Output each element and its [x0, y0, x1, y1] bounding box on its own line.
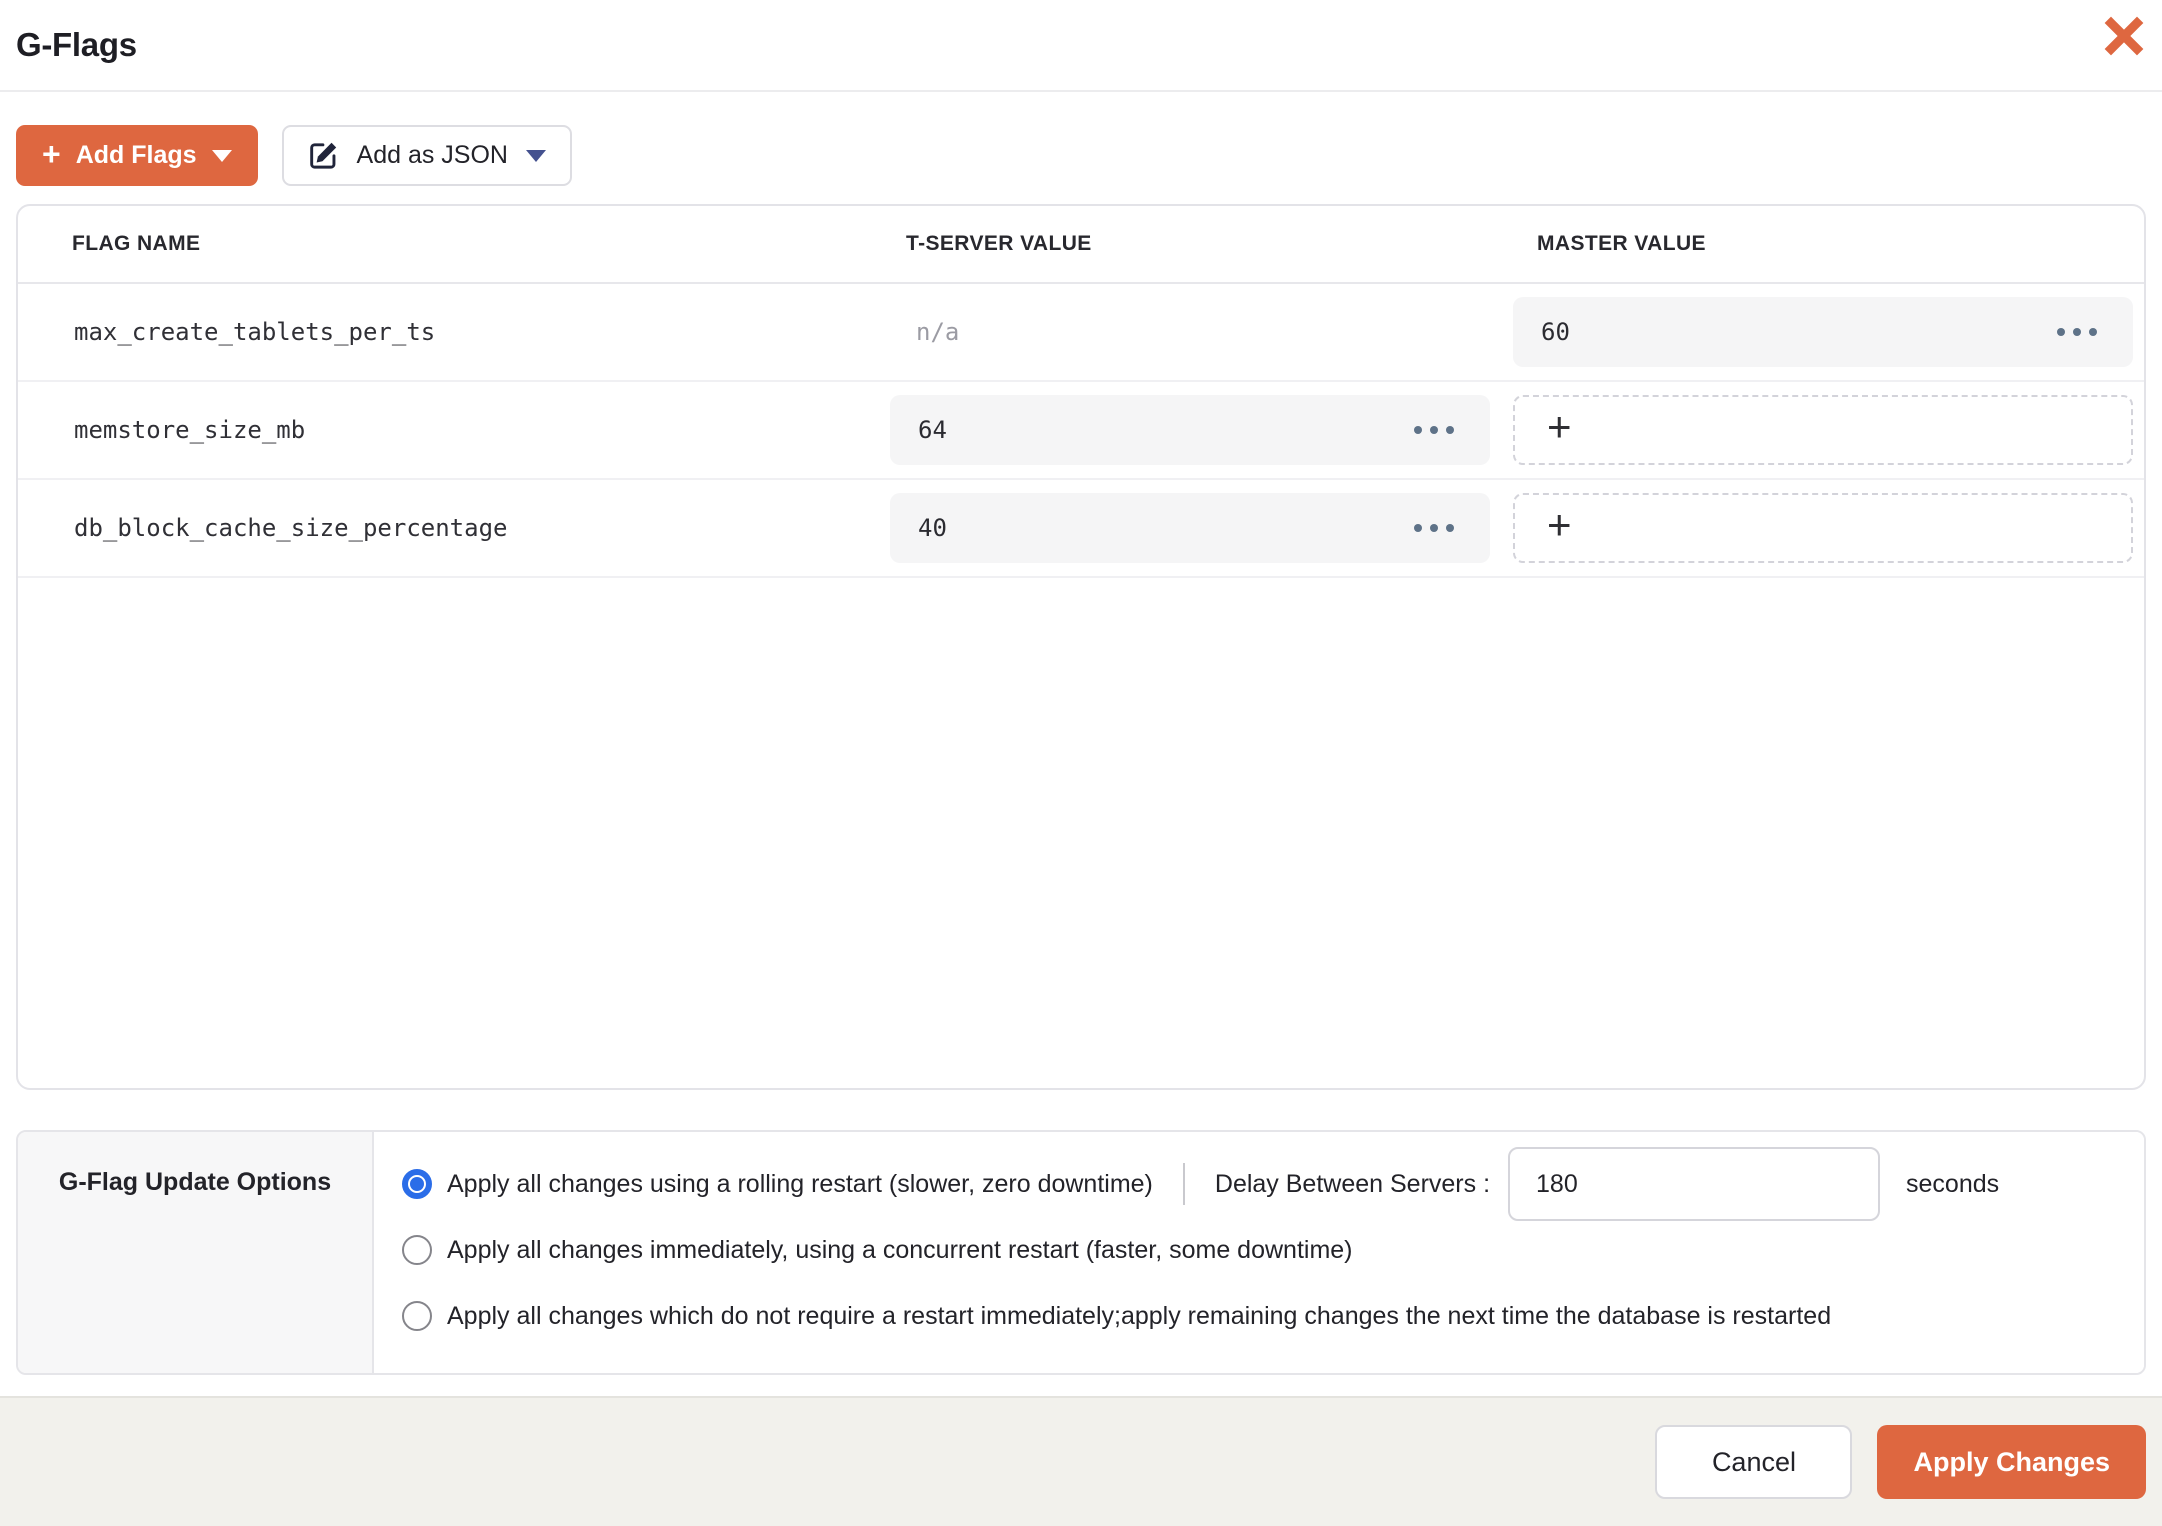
flag-name: db_block_cache_size_percentage: [74, 514, 508, 542]
add-value-plus-icon: +: [1547, 403, 1572, 450]
option-row-concurrent-restart: Apply all changes immediately, using a c…: [402, 1226, 2144, 1274]
pencil-square-icon: [309, 142, 336, 169]
table-header-row: FLAG NAME T-SERVER VALUE MASTER VALUE: [18, 206, 2144, 284]
option-label: Apply all changes immediately, using a c…: [447, 1235, 1353, 1264]
add-as-json-label: Add as JSON: [356, 141, 508, 169]
gflag-update-options-section: G-Flag Update Options Apply all changes …: [16, 1130, 2146, 1375]
seconds-unit-label: seconds: [1906, 1169, 2000, 1198]
page-title: G-Flags: [16, 26, 137, 63]
delay-seconds-input[interactable]: [1508, 1147, 1881, 1221]
tserver-value-na: n/a: [916, 318, 960, 346]
options-label-cell: G-Flag Update Options: [18, 1132, 374, 1373]
more-options-icon[interactable]: [1414, 426, 1454, 434]
flags-table: FLAG NAME T-SERVER VALUE MASTER VALUE ma…: [16, 204, 2146, 1090]
add-master-value-button[interactable]: +: [1513, 395, 2133, 465]
modal-header: G-Flags: [0, 0, 2162, 92]
delay-between-servers-label: Delay Between Servers :: [1214, 1169, 1491, 1198]
toolbar: + Add Flags Add as JSON: [16, 125, 2146, 186]
radio-no-restart[interactable]: [402, 1301, 432, 1331]
close-button[interactable]: [2100, 12, 2148, 60]
add-value-plus-icon: +: [1547, 501, 1572, 548]
tserver-value-pill[interactable]: 64: [890, 395, 1490, 465]
modal-footer: Cancel Apply Changes: [0, 1396, 2162, 1526]
add-as-json-button[interactable]: Add as JSON: [281, 125, 572, 186]
options-section-label: G-Flag Update Options: [58, 1168, 332, 1196]
add-master-value-button[interactable]: +: [1513, 493, 2133, 563]
apply-changes-button[interactable]: Apply Changes: [1877, 1425, 2146, 1499]
radio-rolling-restart[interactable]: [402, 1169, 432, 1199]
plus-icon: +: [42, 135, 61, 172]
vertical-divider: [1182, 1163, 1185, 1205]
table-row: max_create_tablets_per_ts n/a 60: [18, 284, 2144, 382]
close-icon: [2104, 16, 2144, 56]
option-label: Apply all changes which do not require a…: [447, 1301, 1832, 1330]
tserver-value-pill[interactable]: 40: [890, 493, 1490, 563]
more-options-icon[interactable]: [1414, 524, 1454, 532]
column-header-master-value: MASTER VALUE: [1537, 232, 1706, 255]
options-body: Apply all changes using a rolling restar…: [374, 1132, 2144, 1373]
option-row-no-restart: Apply all changes which do not require a…: [402, 1292, 2144, 1340]
tserver-value: 64: [918, 416, 947, 444]
option-label: Apply all changes using a rolling restar…: [447, 1169, 1153, 1198]
master-value: 60: [1541, 318, 1570, 346]
table-row: db_block_cache_size_percentage 40 +: [18, 480, 2144, 578]
flag-name: memstore_size_mb: [74, 416, 306, 444]
flag-name: max_create_tablets_per_ts: [74, 318, 436, 346]
master-value-pill[interactable]: 60: [1513, 297, 2133, 367]
caret-down-icon: [211, 149, 232, 162]
column-header-tserver-value: T-SERVER VALUE: [906, 232, 1092, 255]
option-row-rolling-restart: Apply all changes using a rolling restar…: [402, 1147, 2144, 1221]
more-options-icon[interactable]: [2057, 328, 2097, 336]
cancel-button[interactable]: Cancel: [1655, 1425, 1853, 1499]
caret-down-icon: [525, 149, 546, 162]
add-flags-button[interactable]: + Add Flags: [16, 125, 258, 186]
add-flags-label: Add Flags: [75, 141, 197, 169]
tserver-value: 40: [918, 514, 947, 542]
radio-concurrent-restart[interactable]: [402, 1235, 432, 1265]
column-header-flag-name: FLAG NAME: [72, 232, 201, 255]
table-row: memstore_size_mb 64 +: [18, 382, 2144, 480]
